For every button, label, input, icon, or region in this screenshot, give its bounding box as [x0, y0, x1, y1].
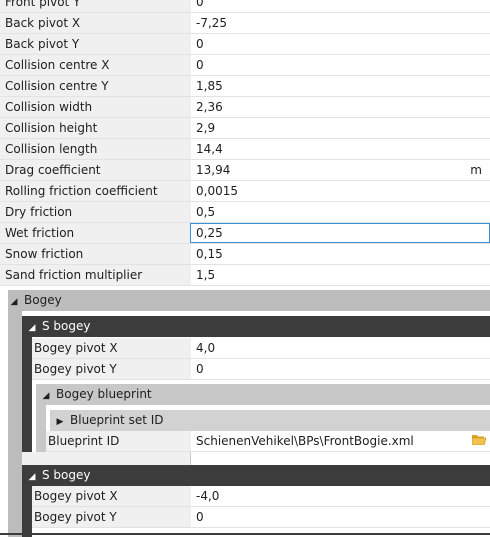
- collapse-triangle-icon[interactable]: ◢: [26, 318, 38, 339]
- property-value[interactable]: 2,36: [191, 97, 490, 117]
- property-label: Dry friction: [0, 202, 192, 222]
- property-row-bogey-pivot-y[interactable]: Bogey pivot Y 0: [32, 507, 490, 528]
- property-label: Back pivot Y: [0, 34, 192, 54]
- property-row-collision-centre-x[interactable]: Collision centre X0: [0, 55, 490, 76]
- property-label: Snow friction: [0, 244, 192, 264]
- property-label: Bogey pivot Y: [32, 507, 193, 527]
- property-value[interactable]: 13,94 m: [191, 160, 490, 180]
- collapse-triangle-icon[interactable]: ◢: [40, 386, 52, 407]
- property-value[interactable]: -7,25: [191, 13, 490, 33]
- property-label: Collision width: [0, 97, 192, 117]
- blueprint-set-id-header[interactable]: ▶ Blueprint set ID: [50, 410, 490, 431]
- property-row-sand-friction-multiplier[interactable]: Sand friction multiplier 1,5: [0, 265, 490, 286]
- property-value[interactable]: 0: [191, 0, 490, 12]
- property-label: Collision centre X: [0, 55, 192, 75]
- collapse-triangle-icon[interactable]: ◢: [26, 467, 38, 488]
- property-value[interactable]: 4,0: [191, 338, 490, 358]
- property-row-snow-friction[interactable]: Snow friction 0,15: [0, 244, 490, 265]
- property-label: Drag coefficient: [0, 160, 192, 180]
- property-value[interactable]: 0,25: [190, 223, 490, 243]
- property-value[interactable]: 0,5: [191, 202, 490, 222]
- property-row-dry-friction[interactable]: Dry friction 0,5: [0, 202, 490, 223]
- property-row-back-pivot-y[interactable]: Back pivot Y0: [0, 34, 490, 55]
- property-label: Collision height: [0, 118, 192, 138]
- bogey-group-header[interactable]: ◢ Bogey: [8, 290, 490, 311]
- property-row-rolling-friction-coefficient[interactable]: Rolling friction coefficient 0,0015: [0, 181, 490, 202]
- bogey-blueprint-label: Bogey blueprint: [56, 387, 152, 401]
- property-value[interactable]: 1,85: [191, 76, 490, 96]
- property-label: Rolling friction coefficient: [0, 181, 192, 201]
- property-row-wet-friction[interactable]: Wet friction 0,25: [0, 223, 490, 244]
- property-value[interactable]: 2,9: [191, 118, 490, 138]
- property-row-collision-height[interactable]: Collision height 2,9: [0, 118, 490, 139]
- property-row-drag-coefficient[interactable]: Drag coefficient 13,94 m: [0, 160, 490, 181]
- property-row-bogey-pivot-x[interactable]: Bogey pivot X 4,0: [32, 338, 490, 359]
- s-bogey-label: S bogey: [42, 468, 91, 482]
- bogey-group-label: Bogey: [24, 293, 62, 307]
- property-value[interactable]: SchienenVehikel\BPs\FrontBogie.xml: [191, 431, 490, 451]
- property-value[interactable]: 14,4: [191, 139, 490, 159]
- bogey-blueprint-header[interactable]: ◢ Bogey blueprint: [36, 384, 490, 405]
- property-label: Sand friction multiplier: [0, 265, 192, 285]
- property-value[interactable]: 0,0015: [191, 181, 490, 201]
- expand-triangle-icon[interactable]: ▶: [54, 412, 66, 433]
- property-row-bogey-pivot-x[interactable]: Bogey pivot X -4,0: [32, 486, 490, 507]
- property-label: Front pivot Y: [0, 0, 192, 12]
- property-value[interactable]: 0: [191, 359, 490, 379]
- property-value[interactable]: 1,5: [191, 265, 490, 285]
- property-label: Bogey pivot X: [32, 486, 193, 506]
- folder-open-icon[interactable]: [472, 434, 486, 445]
- property-label: Back pivot X: [0, 13, 192, 33]
- property-row-collision-length[interactable]: Collision length 14,4: [0, 139, 490, 160]
- s-bogey-indent: [22, 486, 32, 537]
- s-bogey-label: S bogey: [42, 319, 91, 333]
- property-row-bogey-pivot-y[interactable]: Bogey pivot Y 0: [32, 359, 490, 380]
- s-bogey-header[interactable]: ◢ S bogey: [22, 465, 490, 486]
- property-value[interactable]: 0: [191, 34, 490, 54]
- property-row-front-pivot-y[interactable]: Front pivot Y0: [0, 0, 490, 13]
- property-value[interactable]: 0,15: [191, 244, 490, 264]
- s-bogey-header[interactable]: ◢ S bogey: [22, 316, 490, 337]
- unit-label: m: [470, 163, 482, 177]
- property-label: Wet friction: [0, 223, 192, 243]
- property-label: Collision centre Y: [0, 76, 192, 96]
- property-value[interactable]: -4,0: [191, 486, 490, 506]
- s-bogey-indent: [22, 337, 32, 459]
- property-value[interactable]: 0: [191, 55, 490, 75]
- property-row-back-pivot-x[interactable]: Back pivot X -7,25: [0, 13, 490, 34]
- property-label: Collision length: [0, 139, 192, 159]
- bottom-border: [0, 533, 490, 535]
- property-row-blueprint-id[interactable]: Blueprint ID SchienenVehikel\BPs\FrontBo…: [46, 431, 490, 452]
- bogey-blueprint-indent: [36, 405, 46, 455]
- property-label: Bogey pivot X: [32, 338, 193, 358]
- property-value[interactable]: 0: [191, 507, 490, 527]
- property-row-collision-centre-y[interactable]: Collision centre Y 1,85: [0, 76, 490, 97]
- property-label: Blueprint ID: [46, 431, 193, 451]
- property-label: Bogey pivot Y: [32, 359, 193, 379]
- blueprint-set-id-label: Blueprint set ID: [70, 413, 164, 427]
- collapse-triangle-icon[interactable]: ◢: [8, 292, 20, 313]
- bogey-group-indent: [8, 311, 22, 537]
- property-row-collision-width[interactable]: Collision width 2,36: [0, 97, 490, 118]
- property-grid: Front pivot Y 0 Back pivot X -7,25 Back pivo…: [0, 0, 490, 537]
